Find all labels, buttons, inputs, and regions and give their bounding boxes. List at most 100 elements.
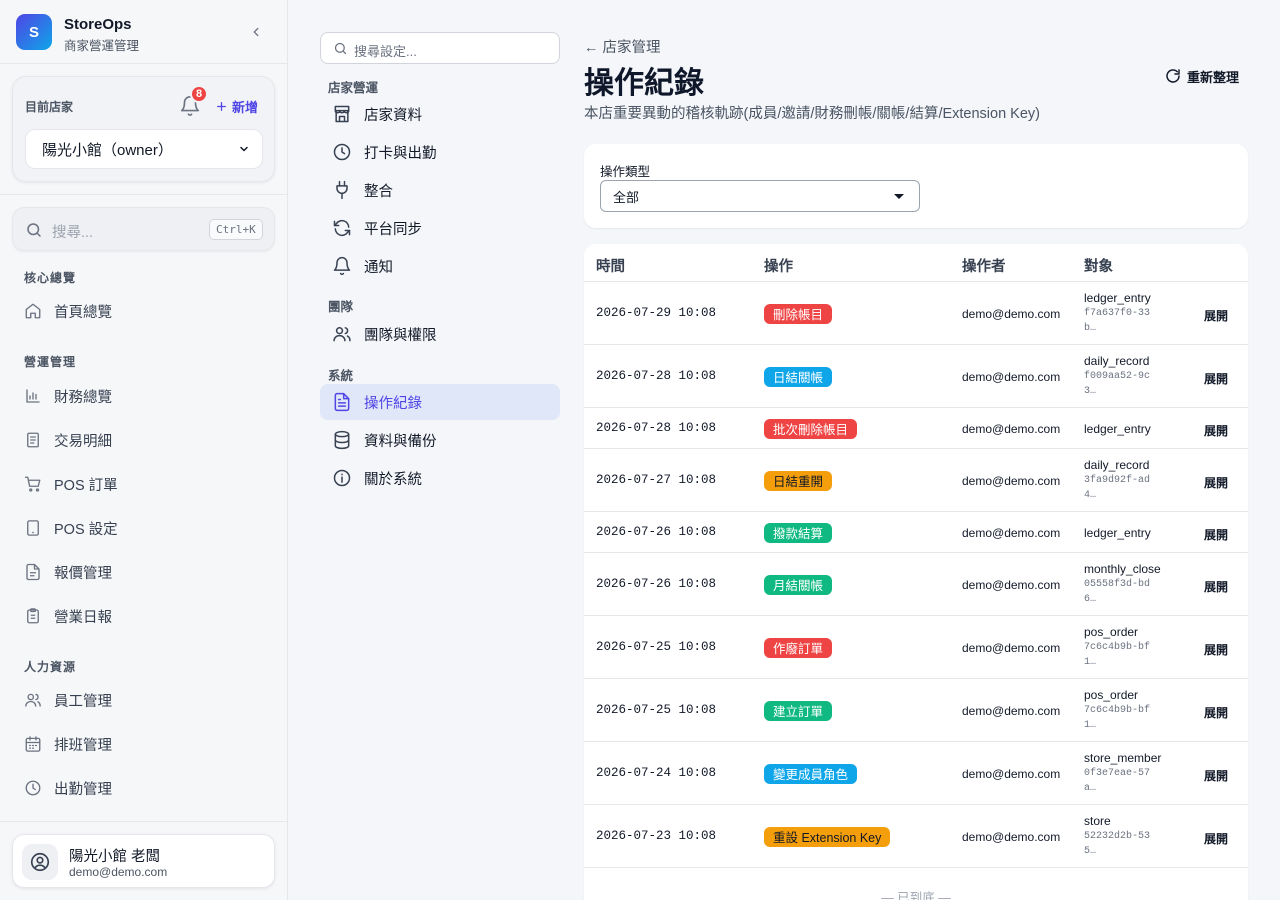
cell-actor: demo@demo.com — [962, 577, 1061, 592]
refresh-button[interactable]: 重新整理 — [1157, 62, 1247, 90]
expand-button[interactable]: 展開 — [1204, 474, 1228, 491]
sidebar-item-quotes[interactable]: 報價管理 — [12, 554, 275, 590]
cell-target: daily_record — [1084, 458, 1150, 472]
action-badge: 月結關帳 — [764, 574, 833, 595]
action-type-select[interactable]: 全部 — [600, 180, 920, 212]
users-icon — [333, 327, 351, 342]
caret-down-icon — [894, 194, 904, 199]
cell-time: 2026-07-27 10:08 — [596, 472, 717, 487]
settings-item-label: 通知 — [364, 259, 393, 276]
add-store-button[interactable]: 新增 — [215, 97, 258, 116]
collapse-sidebar-button[interactable] — [246, 22, 266, 42]
cell-time: 2026-07-28 10:08 — [596, 368, 717, 383]
settings-item-label: 操作紀錄 — [364, 395, 422, 412]
table-row: 2026-07-28 10:08 批次刪除帳目 demo@demo.com ledge… — [584, 408, 1248, 449]
settings-item-platform-sync[interactable]: 平台同步 — [320, 210, 560, 246]
user-name: 陽光小館 老闆 — [69, 849, 161, 865]
cell-time: 2026-07-26 10:08 — [596, 576, 717, 591]
sidebar-divider — [0, 821, 287, 822]
column-header-action: 操作 — [764, 259, 793, 275]
expand-button[interactable]: 展開 — [1204, 830, 1228, 847]
page-description: 本店重要異動的稽核軌跡(成員/邀請/財務刪帳/關帳/結算/Extension K… — [584, 106, 1040, 122]
search-icon — [334, 42, 347, 55]
settings-item-label: 店家資料 — [364, 107, 422, 124]
sidebar-item-label: 報價管理 — [54, 565, 112, 582]
sidebar-item-finance[interactable]: 財務總覽 — [12, 378, 275, 414]
table-row: 2026-07-23 10:08 重設 Extension Key demo@dem… — [584, 805, 1248, 868]
sidebar-item-pos-settings[interactable]: POS 設定 — [12, 510, 275, 546]
bell-icon — [333, 256, 351, 276]
cell-target: ledger_entry — [1084, 525, 1151, 540]
settings-item-store-info[interactable]: 店家資料 — [320, 96, 560, 132]
cell-target-id: 52232d2b-535… — [1084, 831, 1151, 857]
sidebar-item-home[interactable]: 首頁總覽 — [12, 293, 275, 329]
sidebar-search-placeholder: 搜尋... — [52, 225, 94, 241]
settings-section-title: 店家營運 — [328, 81, 379, 95]
cell-time: 2026-07-28 10:08 — [596, 420, 717, 435]
user-email: demo@demo.com — [69, 865, 168, 879]
sidebar-item-label: POS 設定 — [54, 521, 118, 538]
sidebar-item-label: 財務總覽 — [54, 389, 112, 406]
sidebar-item-label: 員工管理 — [54, 693, 112, 710]
cell-actor: demo@demo.com — [962, 306, 1061, 321]
sidebar-item-pos-orders[interactable]: POS 訂單 — [12, 466, 275, 502]
cell-actor: demo@demo.com — [962, 766, 1061, 781]
settings-search-input[interactable]: 搜尋設定... — [320, 32, 560, 64]
sidebar-item-daily-report[interactable]: 營業日報 — [12, 598, 275, 634]
cell-actor: demo@demo.com — [962, 369, 1061, 384]
cell-actor: demo@demo.com — [962, 421, 1061, 436]
expand-button[interactable]: 展開 — [1204, 578, 1228, 595]
filter-card: 操作類型 全部 — [584, 144, 1248, 228]
sidebar-item-label: 交易明細 — [54, 433, 112, 450]
expand-button[interactable]: 展開 — [1204, 526, 1228, 543]
cell-target-id: 7c6c4b9b-bf1… — [1084, 642, 1151, 668]
table-row: 2026-07-26 10:08 撥款結算 demo@demo.com ledger_… — [584, 512, 1248, 553]
expand-button[interactable]: 展開 — [1204, 422, 1228, 439]
sidebar-item-label: 首頁總覽 — [54, 304, 112, 321]
sidebar-item-staff[interactable]: 員工管理 — [12, 682, 275, 718]
store-label: 目前店家 — [25, 100, 74, 114]
sidebar-item-schedule[interactable]: 排班管理 — [12, 726, 275, 762]
settings-item-audit-log[interactable]: 操作紀錄 — [320, 384, 560, 420]
cell-target-id: f009aa52-9c3… — [1084, 371, 1151, 397]
sidebar-item-label: POS 訂單 — [54, 477, 118, 494]
cell-time: 2026-07-29 10:08 — [596, 305, 717, 320]
settings-item-clock-in[interactable]: 打卡與出勤 — [320, 134, 560, 170]
search-icon — [27, 223, 41, 237]
refresh-icon — [1166, 69, 1180, 83]
brand-subtitle: 商家營運管理 — [64, 39, 140, 53]
expand-button[interactable]: 展開 — [1204, 370, 1228, 387]
document-icon — [26, 563, 40, 581]
bar-chart-icon — [26, 389, 40, 403]
brand-logo: S — [16, 14, 52, 50]
brand-header: S StoreOps 商家營運管理 — [0, 0, 287, 64]
settings-item-team[interactable]: 團隊與權限 — [320, 316, 560, 352]
cell-target-id: 7c6c4b9b-bf1… — [1084, 705, 1151, 731]
user-profile-card[interactable]: 陽光小館 老闆 demo@demo.com — [12, 834, 275, 888]
settings-item-integrations[interactable]: 整合 — [320, 172, 560, 208]
expand-button[interactable]: 展開 — [1204, 307, 1228, 324]
sidebar: S StoreOps 商家營運管理 目前店家 8 新增 陽光小館（owner） … — [0, 0, 288, 900]
table-row: 2026-07-26 10:08 月結關帳 demo@demo.com monthly… — [584, 553, 1248, 616]
expand-button[interactable]: 展開 — [1204, 641, 1228, 658]
audit-log-table: 時間 操作 操作者 對象 2026-07-29 10:08 刪除帳目 demo@de… — [584, 244, 1248, 900]
chevron-down-icon — [240, 146, 248, 152]
action-badge: 變更成員角色 — [764, 763, 858, 784]
sidebar-item-transactions[interactable]: 交易明細 — [12, 422, 275, 458]
action-badge: 重設 Extension Key — [764, 826, 891, 847]
settings-item-notifications[interactable]: 通知 — [320, 248, 560, 284]
add-store-label: 新增 — [232, 100, 259, 115]
expand-button[interactable]: 展開 — [1204, 704, 1228, 721]
expand-button[interactable]: 展開 — [1204, 767, 1228, 784]
sidebar-item-label: 營業日報 — [54, 609, 112, 626]
settings-item-about[interactable]: 關於系統 — [320, 460, 560, 496]
store-select[interactable]: 陽光小館（owner） — [25, 129, 263, 169]
settings-section-title: 團隊 — [328, 300, 354, 314]
plug-icon — [336, 180, 348, 200]
sidebar-item-attendance[interactable]: 出勤管理 — [12, 770, 275, 806]
settings-item-data-backup[interactable]: 資料與備份 — [320, 422, 560, 458]
breadcrumb-back-link[interactable]: ← 店家管理 — [584, 36, 661, 57]
settings-search-placeholder: 搜尋設定... — [354, 44, 417, 59]
sidebar-search[interactable]: 搜尋... Ctrl+K — [12, 207, 275, 251]
action-badge: 批次刪除帳目 — [764, 418, 858, 439]
